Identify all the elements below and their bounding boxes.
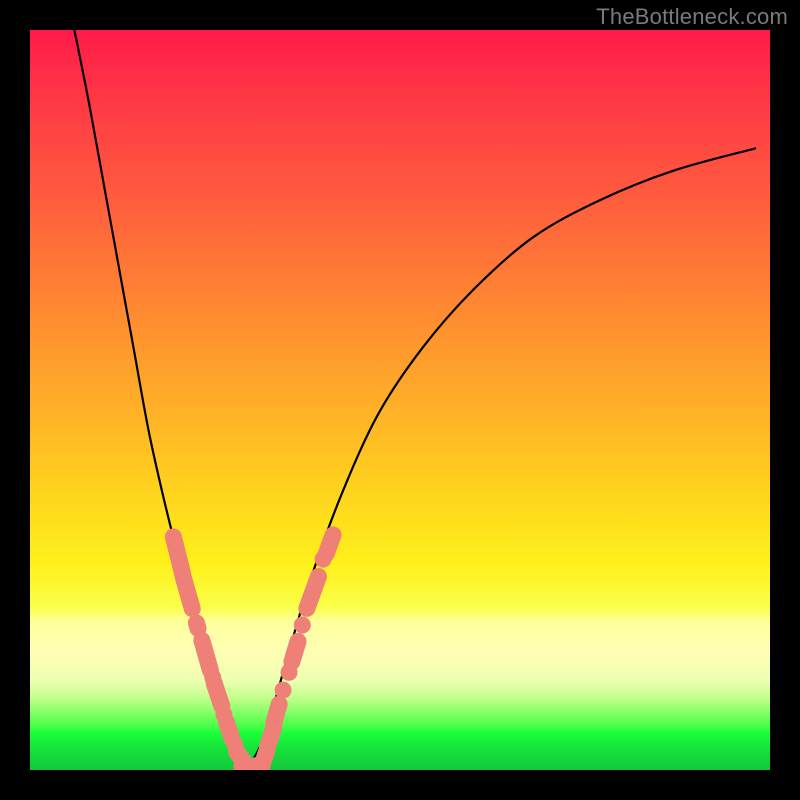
data-pill	[263, 694, 289, 734]
curve-right	[248, 148, 755, 766]
data-pill	[172, 566, 202, 620]
data-markers	[163, 524, 344, 770]
curve-left	[74, 30, 248, 766]
data-pill	[296, 566, 329, 620]
data-pill	[315, 524, 344, 565]
chart-frame: TheBottleneck.com	[0, 0, 800, 800]
watermark-text: TheBottleneck.com	[596, 4, 788, 30]
plot-area	[30, 30, 770, 770]
data-pill	[281, 631, 308, 673]
data-dot	[275, 682, 292, 699]
chart-svg	[30, 30, 770, 770]
data-dot	[294, 616, 311, 633]
